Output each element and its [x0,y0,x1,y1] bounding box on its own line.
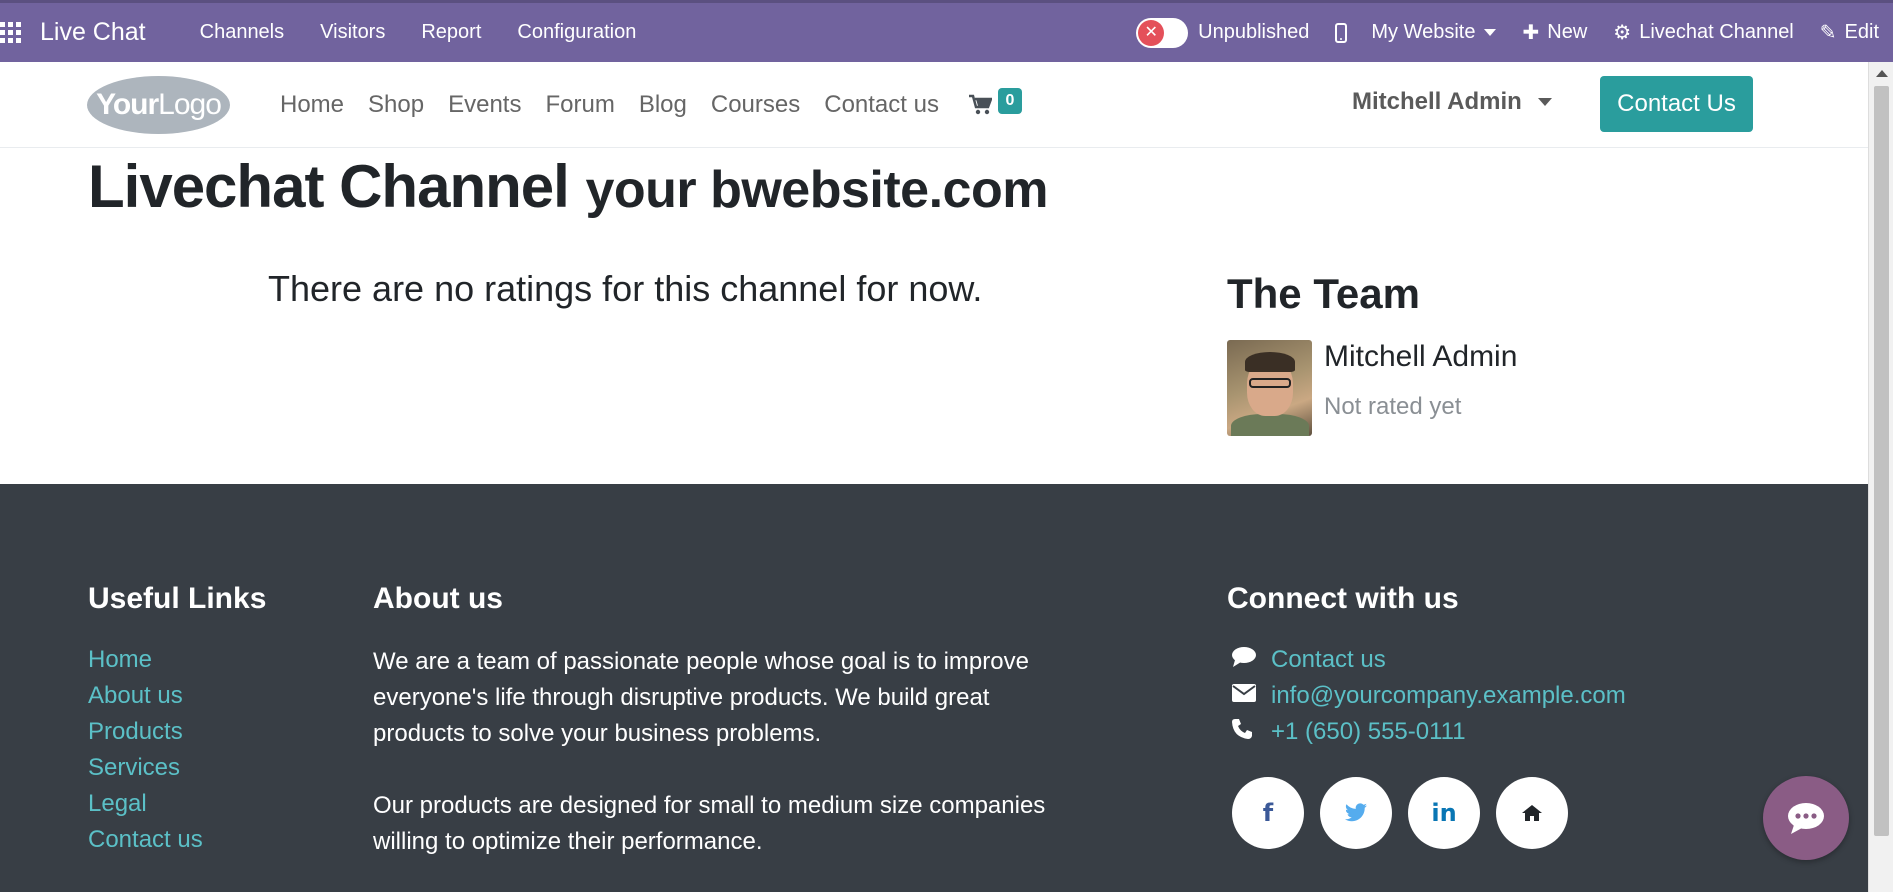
odoo-admin-bar: Live Chat Channels Visitors Report Confi… [0,0,1893,62]
nav-shop[interactable]: Shop [356,91,436,119]
comment-icon [1227,646,1271,674]
footer-link-about-us[interactable]: About us [88,678,203,714]
page-title-sub: your bwebsite.com [585,161,1048,219]
connect-contact-link[interactable]: Contact us [1271,646,1386,674]
admin-bar-actions: ✕ Unpublished My Website ✚ New ⚙ Livecha… [1136,3,1893,62]
site-logo[interactable]: YourLogo [87,76,230,134]
social-links: f in [1232,777,1568,849]
about-paragraph-1: We are a team of passionate people whose… [373,648,1029,747]
connect-phone-link[interactable]: +1 (650) 555-0111 [1271,718,1466,746]
cart-count-badge: 0 [998,88,1022,114]
main-nav: Home Shop Events Forum Blog Courses Cont… [268,62,951,148]
about-paragraph-2: Our products are designed for small to m… [373,792,1046,855]
footer-link-services[interactable]: Services [88,750,203,786]
user-name: Mitchell Admin [1352,88,1522,115]
nav-contact-us[interactable]: Contact us [812,91,951,119]
connect-email-link[interactable]: info@yourcompany.example.com [1271,682,1626,710]
avatar [1227,340,1312,436]
plus-icon: ✚ [1522,22,1540,44]
nav-courses[interactable]: Courses [699,91,812,119]
website-name: My Website [1371,21,1476,43]
livechat-channel-label: Livechat Channel [1639,21,1794,43]
apps-grid-icon[interactable] [0,22,22,44]
new-button[interactable]: ✚ New [1522,20,1587,45]
logo-text: Logo [158,88,222,121]
footer-link-products[interactable]: Products [88,714,203,750]
nav-events[interactable]: Events [436,91,533,119]
app-title[interactable]: Live Chat [40,18,146,47]
publish-toggle[interactable]: ✕ Unpublished [1136,17,1310,48]
scroll-thumb[interactable] [1874,86,1889,836]
admin-menu-report[interactable]: Report [403,21,499,44]
connect-phone-row[interactable]: +1 (650) 555-0111 [1227,714,1626,750]
nav-blog[interactable]: Blog [627,91,699,119]
connect-list: Contact us info@yourcompany.example.com … [1227,642,1626,750]
useful-links-list: Home About us Products Services Legal Co… [88,642,203,858]
admin-menu: Channels Visitors Report Configuration [182,21,655,44]
livechat-channel-button[interactable]: ⚙ Livechat Channel [1613,20,1794,45]
linkedin-icon[interactable]: in [1408,777,1480,849]
pencil-icon: ✎ [1819,22,1837,44]
livechat-launcher-button[interactable] [1763,776,1849,860]
site-footer: Useful Links Home About us Products Serv… [0,484,1868,892]
shopping-cart-icon [969,94,992,115]
footer-link-home[interactable]: Home [88,642,203,678]
page-title-main: Livechat Channel [88,153,570,220]
admin-menu-channels[interactable]: Channels [182,21,303,44]
connect-email-row[interactable]: info@yourcompany.example.com [1227,678,1626,714]
cart-link[interactable]: 0 [968,88,1028,128]
page-scrollbar[interactable] [1868,62,1893,892]
admin-menu-configuration[interactable]: Configuration [499,21,654,44]
logo-text-bold: Your [96,88,159,121]
twitter-icon[interactable] [1320,777,1392,849]
admin-menu-visitors[interactable]: Visitors [302,21,403,44]
about-us-title: About us [373,582,503,615]
facebook-icon[interactable]: f [1232,777,1304,849]
connect-contact-row[interactable]: Contact us [1227,642,1626,678]
edit-button[interactable]: ✎ Edit [1820,20,1879,45]
site-header: YourLogo Home Shop Events Forum Blog Cou… [0,62,1868,148]
scroll-up-arrow-icon[interactable] [1876,70,1888,77]
envelope-icon [1227,683,1271,709]
user-menu[interactable]: Mitchell Admin [1352,88,1552,116]
about-us-text: We are a team of passionate people whose… [373,644,1053,860]
team-member-status: Not rated yet [1324,393,1462,420]
close-icon: ✕ [1138,19,1165,46]
edit-button-label: Edit [1844,21,1879,43]
contact-us-button[interactable]: Contact Us [1600,76,1753,132]
footer-link-contact-us[interactable]: Contact us [88,822,203,858]
phone-icon [1227,718,1271,746]
new-button-label: New [1547,21,1588,43]
publish-status-label: Unpublished [1198,21,1310,43]
mobile-preview-icon[interactable] [1335,22,1348,43]
page-title: Livechat Channel your bwebsite.com [88,152,1048,221]
team-title: The Team [1227,270,1420,317]
caret-down-icon [1484,29,1497,36]
gear-icon: ⚙ [1613,22,1632,44]
chat-bubble-icon [1788,803,1824,834]
nav-home[interactable]: Home [268,91,356,119]
home-icon[interactable] [1496,777,1568,849]
website-switcher[interactable]: My Website [1371,21,1497,44]
publish-switch[interactable]: ✕ [1136,17,1189,48]
connect-title: Connect with us [1227,582,1459,615]
nav-forum[interactable]: Forum [533,91,626,119]
useful-links-title: Useful Links [88,582,267,615]
footer-link-legal[interactable]: Legal [88,786,203,822]
caret-down-icon [1537,98,1552,106]
no-ratings-message: There are no ratings for this channel fo… [268,268,983,309]
team-member-name: Mitchell Admin [1324,340,1518,373]
